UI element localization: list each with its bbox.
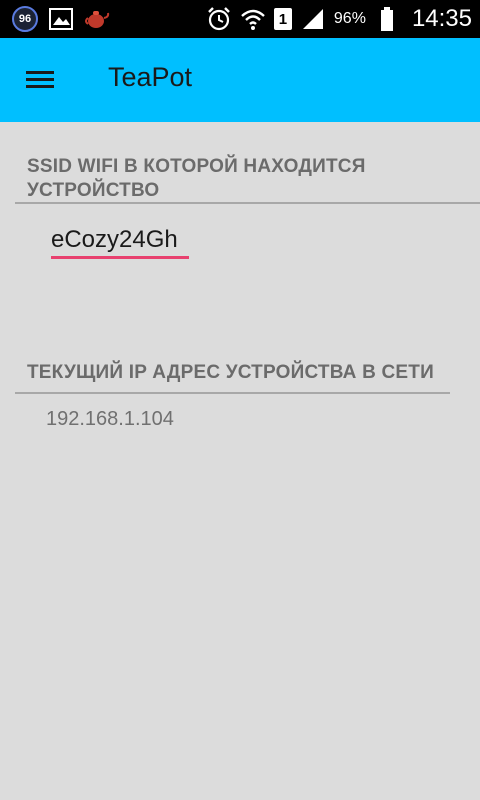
ssid-input[interactable]	[51, 224, 189, 259]
app-title: TeaPot	[108, 62, 193, 92]
status-clock: 14:35	[411, 5, 472, 32]
status-bar-system: 1 96% 14:35	[206, 4, 472, 34]
badge-96-icon: 96	[12, 6, 38, 32]
battery-percent: 96%	[333, 10, 366, 27]
signal-icon	[300, 6, 326, 32]
ip-section-header: ТЕКУЩИЙ IP АДРЕС УСТРОЙСТВА В СЕТИ	[27, 362, 434, 383]
battery-icon	[374, 6, 400, 32]
status-bar-notifications: 96	[12, 6, 110, 32]
ssid-section-header: SSID WIFI В КОТОРОЙ НАХОДИТСЯ УСТРОЙСТВО	[27, 156, 366, 201]
teapot-app-icon	[84, 6, 110, 32]
status-bar: 96 1 96% 14:35	[0, 0, 480, 38]
ssid-section-divider	[15, 202, 480, 204]
ip-address-value: 192.168.1.104	[46, 408, 174, 430]
wifi-icon	[240, 6, 266, 32]
gallery-icon	[48, 6, 74, 32]
hamburger-menu-icon[interactable]	[26, 68, 56, 92]
app-bar: TeaPot	[0, 38, 480, 122]
ip-section-divider	[15, 392, 450, 394]
sim-1-icon: 1	[273, 8, 292, 30]
alarm-icon	[206, 6, 232, 32]
